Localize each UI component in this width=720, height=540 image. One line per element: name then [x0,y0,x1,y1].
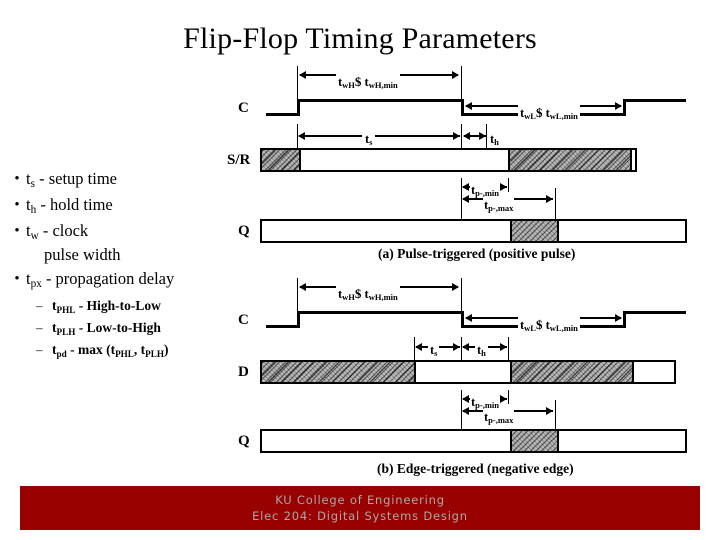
signal-label-c: C [238,100,249,116]
arrow-left-icon [298,132,305,140]
dim-tick [508,337,509,361]
bus-transition [632,362,634,382]
label-ts: ts [362,132,376,147]
bus-transition [510,221,512,241]
bus-transition [414,362,416,382]
dont-care-region [510,362,632,382]
label-th: th [475,343,488,359]
waveform-q-bus [260,429,687,453]
waveform-c-low-segment [266,113,300,116]
label-twh: twH$ twH,min [336,74,400,91]
bus-transition [557,431,559,451]
waveform-c-high-segment-2 [623,99,686,102]
dim-tick [297,278,298,312]
label-tpmax: tp-,max [483,198,515,214]
bus-transition [557,221,559,241]
bus-transition [510,431,512,451]
bus-transition [510,362,512,382]
waveform-c-low-segment [266,325,300,328]
arrow-left-icon [462,183,469,191]
label-twl: twL$ twL,min [518,105,580,122]
arrow-right-icon [615,314,622,322]
dim-tick [486,124,487,150]
dont-care-region [262,362,414,382]
bus-transition [630,150,632,170]
arrow-left-icon [462,195,469,203]
arrow-right-icon [452,283,459,291]
bus-transition [299,150,301,170]
arrow-right-icon [500,343,507,351]
dim-tick [508,178,509,192]
label-twh: twH$ twH,min [336,286,400,303]
arrow-right-icon [500,183,507,191]
arrow-right-icon [615,102,622,110]
arrow-right-icon [452,71,459,79]
arrow-right-icon [453,343,460,351]
label-tpmin: tp-,min [470,183,501,199]
signal-label-d: D [238,364,249,380]
arrow-left-icon [299,71,306,79]
arrow-left-icon [465,102,472,110]
signal-label-q: Q [238,433,250,449]
dimension-line-ts [299,135,460,137]
diagram-caption-a: (a) Pulse-triggered (positive pulse) [378,246,576,261]
timing-diagram-edge-triggered: twH$ twH,min C twL$ twL,min ts th D tp-,… [0,265,720,480]
label-tpmin: tp-,min [470,395,501,411]
dont-care-region [508,150,630,170]
footer-banner: KU College of Engineering Elec 204: Digi… [20,486,700,530]
label-ts: ts [428,343,440,359]
arrow-right-icon [479,132,486,140]
footer-line-2: Elec 204: Digital Systems Design [252,509,468,523]
label-tpmax: tp-,max [483,410,515,426]
bus-transition [508,150,510,170]
label-twl: twL$ twL,min [518,317,580,334]
dim-tick [555,188,556,222]
dont-care-region [510,221,557,241]
dim-tick [508,390,509,404]
dim-tick [461,66,462,100]
arrow-left-icon [462,407,469,415]
arrow-left-icon [299,283,306,291]
arrow-left-icon [462,395,469,403]
arrow-left-icon [465,314,472,322]
dont-care-region [510,431,557,451]
waveform-c-high-segment [297,311,464,314]
signal-label-c: C [238,312,249,328]
arrow-left-icon [463,132,470,140]
arrow-right-icon [546,195,553,203]
waveform-sr-bus [260,148,637,172]
arrow-left-icon [415,343,422,351]
signal-label-sr: S/R [227,152,251,168]
arrow-right-icon [500,395,507,403]
arrow-right-icon [546,407,553,415]
dont-care-region [262,150,299,170]
label-th: th [490,132,499,148]
dim-tick [461,124,462,150]
arrow-right-icon [453,132,460,140]
dim-tick [297,66,298,100]
waveform-d-bus [260,360,676,384]
waveform-q-bus [260,219,687,243]
timing-diagram-pulse-triggered: twH$ twH,min C twL$ twL,min ts th S/R tp… [0,0,720,265]
arrow-left-icon [462,343,469,351]
footer-line-1: KU College of Engineering [275,493,445,507]
waveform-c-high-segment [297,99,464,102]
waveform-c-high-segment-2 [623,311,686,314]
signal-label-q: Q [238,223,250,239]
diagram-caption-b: (b) Edge-triggered (negative edge) [377,461,574,476]
dim-tick [461,278,462,312]
